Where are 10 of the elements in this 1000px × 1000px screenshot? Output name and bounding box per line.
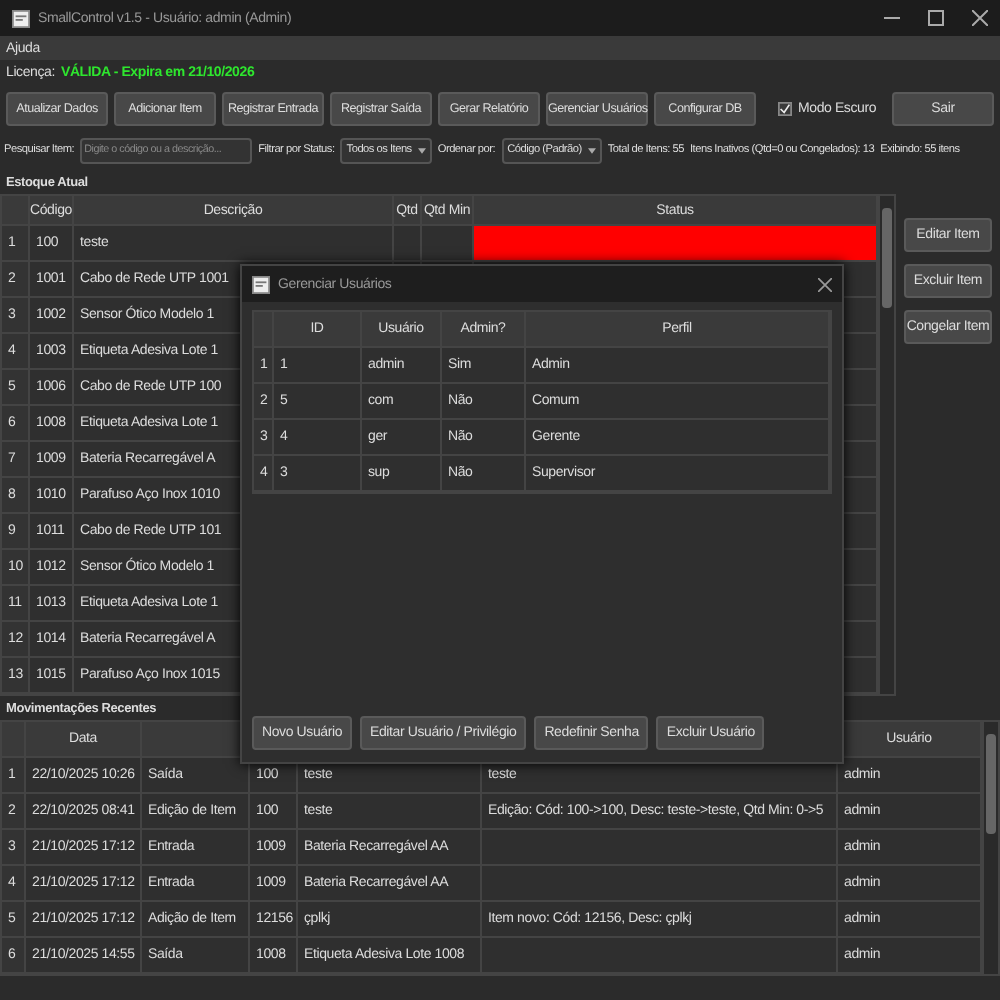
close-icon[interactable] — [972, 10, 988, 26]
close-icon[interactable] — [818, 277, 832, 291]
caret-icon — [587, 147, 596, 153]
scrollbar[interactable] — [982, 722, 998, 974]
app-icon — [12, 9, 30, 27]
app-icon — [252, 275, 270, 293]
checkbox-icon[interactable] — [778, 102, 792, 116]
caret-icon — [417, 147, 426, 153]
scrollbar[interactable] — [878, 196, 894, 694]
maximize-icon[interactable] — [928, 10, 944, 26]
